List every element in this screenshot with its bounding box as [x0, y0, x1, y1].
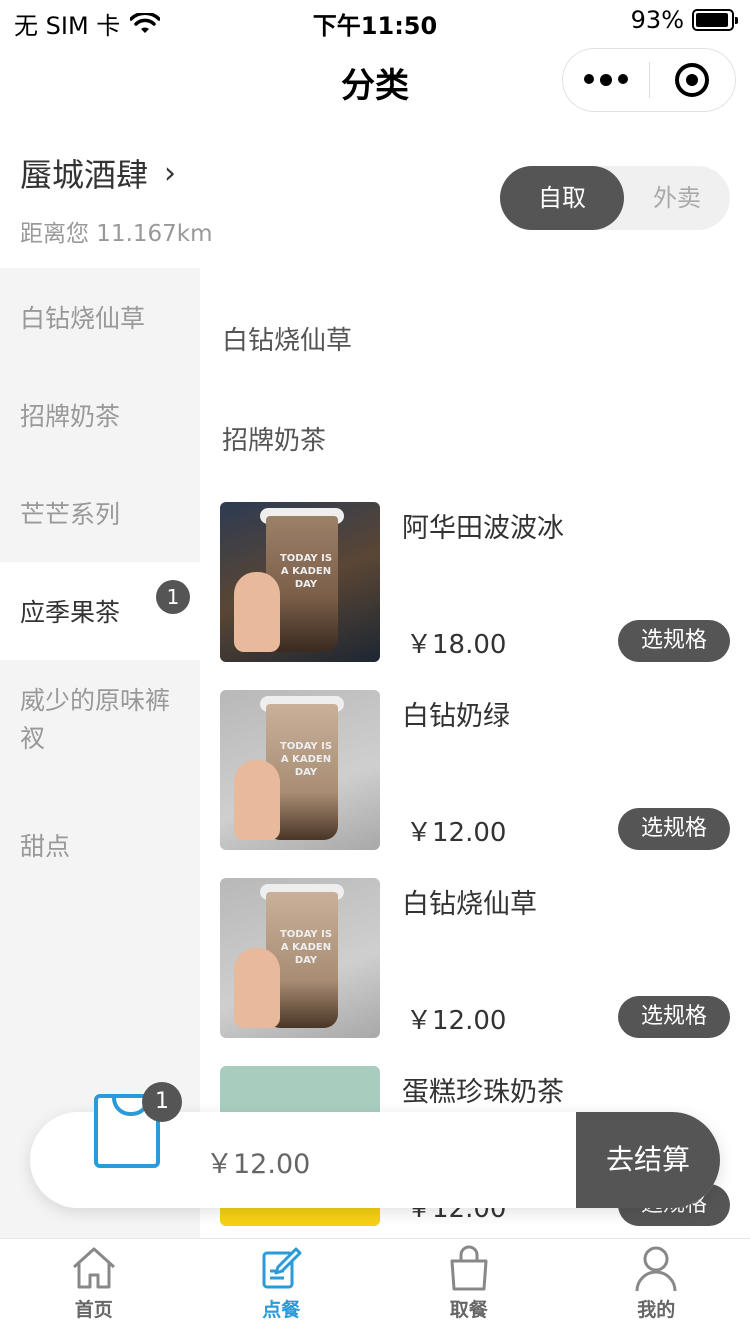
select-spec-button[interactable]: 选规格 — [618, 620, 730, 662]
category-label: 应季果茶 — [20, 598, 121, 627]
product-price: ￥12.00 — [406, 1006, 507, 1036]
product-list: 白钻烧仙草 招牌奶茶 TODAY IS A KADEN DAY 阿华田波波冰 ￥… — [200, 268, 750, 1238]
sidebar-item-signature-milk-tea[interactable]: 招牌奶茶 — [0, 366, 200, 464]
status-bar: 无 SIM 卡 下午11:50 93% — [0, 0, 750, 40]
tab-label: 首页 — [74, 1299, 113, 1321]
sidebar-item-seasonal-fruit-tea[interactable]: 应季果茶 1 — [0, 562, 200, 660]
pickup-toggle-option[interactable]: 自取 — [500, 166, 624, 230]
order-mode-toggle: 自取 外卖 — [500, 166, 730, 230]
chevron-right-icon: › — [164, 155, 177, 191]
category-label: 芒芒系列 — [20, 500, 121, 529]
sidebar-item-dessert[interactable]: 甜点 — [0, 796, 200, 894]
section-title: 招牌奶茶 — [222, 426, 327, 456]
product-image: TODAY IS A KADEN DAY — [220, 878, 380, 1038]
product-item[interactable]: TODAY IS A KADEN DAY 白钻烧仙草 ￥12.00 选规格 — [220, 878, 730, 1038]
tab-home[interactable]: 首页 — [0, 1239, 188, 1334]
user-icon — [635, 1246, 677, 1292]
section-title: 白钻烧仙草 — [222, 326, 353, 356]
product-price: ￥18.00 — [406, 630, 507, 660]
tab-pickup[interactable]: 取餐 — [375, 1239, 563, 1334]
battery-info: 93% — [630, 6, 738, 34]
sidebar-item-weishao[interactable]: 威少的原味裤衩 — [0, 660, 200, 796]
category-count-badge: 1 — [156, 580, 190, 614]
store-name: 蜃城酒肆 — [20, 156, 149, 194]
more-icon[interactable] — [563, 74, 649, 86]
product-price: ￥12.00 — [406, 818, 507, 848]
category-label: 招牌奶茶 — [20, 402, 121, 431]
store-distance: 距离您 11.167km — [20, 221, 213, 247]
product-name: 白钻烧仙草 — [402, 889, 537, 920]
order-icon — [262, 1247, 302, 1289]
tab-mine[interactable]: 我的 — [563, 1239, 750, 1334]
product-name: 白钻奶绿 — [402, 701, 510, 732]
cart-count-badge: 1 — [142, 1082, 182, 1122]
close-miniprogram-button[interactable] — [650, 63, 736, 97]
home-icon — [72, 1247, 115, 1289]
product-image: TODAY IS A KADEN DAY — [220, 690, 380, 850]
battery-percent: 93% — [630, 6, 684, 34]
sidebar-item-baizuan-shaoxiancao[interactable]: 白钻烧仙草 — [0, 268, 200, 366]
cup-print: TODAY IS A KADEN DAY — [279, 553, 333, 590]
bag-icon — [450, 1245, 488, 1291]
cart-total: ￥12.00 — [206, 1149, 311, 1180]
tab-label: 取餐 — [449, 1299, 488, 1321]
navigation-bar: 分类 — [0, 40, 750, 120]
category-label: 甜点 — [20, 832, 71, 861]
category-label: 威少的原味裤衩 — [20, 686, 171, 753]
store-selector[interactable]: 蜃城酒肆 › — [20, 150, 213, 196]
target-icon — [675, 63, 710, 97]
tab-label: 我的 — [637, 1299, 676, 1321]
delivery-toggle-option[interactable]: 外卖 — [624, 166, 730, 230]
tab-label: 点餐 — [262, 1299, 301, 1321]
battery-icon — [692, 9, 738, 31]
product-name: 阿华田波波冰 — [402, 513, 564, 544]
select-spec-button[interactable]: 选规格 — [618, 996, 730, 1038]
product-item[interactable]: TODAY IS A KADEN DAY 阿华田波波冰 ￥18.00 选规格 — [220, 502, 730, 662]
miniprogram-capsule — [562, 48, 736, 112]
store-header: 蜃城酒肆 › 距离您 11.167km — [20, 150, 213, 248]
checkout-button[interactable]: 去结算 — [576, 1112, 720, 1208]
cup-print: TODAY IS A KADEN DAY — [279, 929, 333, 966]
product-item[interactable]: TODAY IS A KADEN DAY 白钻奶绿 ￥12.00 选规格 — [220, 690, 730, 850]
select-spec-button[interactable]: 选规格 — [618, 808, 730, 850]
sidebar-item-mango-series[interactable]: 芒芒系列 — [0, 464, 200, 562]
tab-bar: 首页 点餐 取餐 我的 — [0, 1238, 750, 1334]
product-image: TODAY IS A KADEN DAY — [220, 502, 380, 662]
category-label: 白钻烧仙草 — [20, 304, 146, 333]
tab-order[interactable]: 点餐 — [188, 1239, 376, 1334]
cup-print: TODAY IS A KADEN DAY — [279, 741, 333, 778]
product-name: 蛋糕珍珠奶茶 — [402, 1077, 564, 1108]
